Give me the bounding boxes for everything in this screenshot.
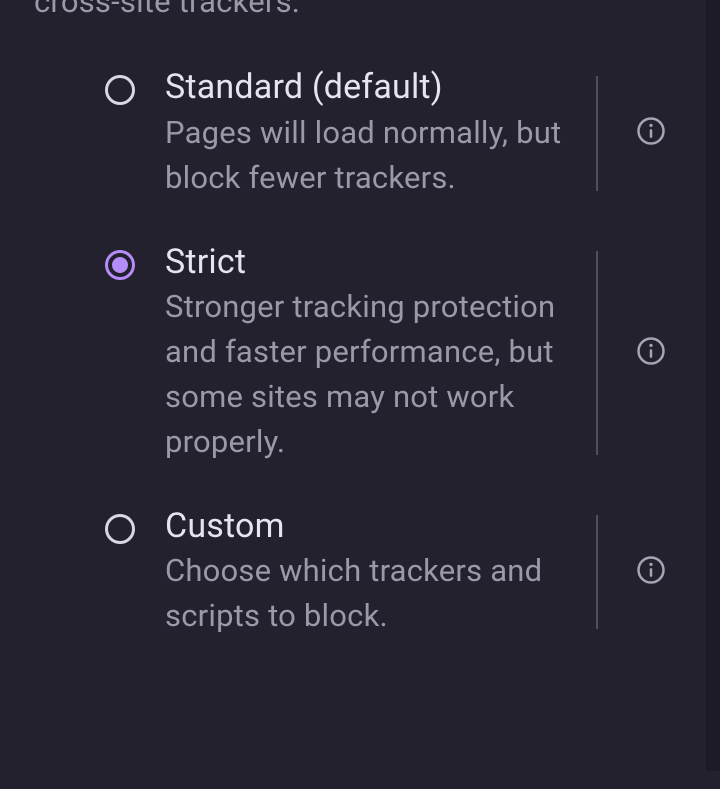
radio-standard[interactable]: Standard (default) Pages will load norma… [0, 46, 596, 220]
info-button-standard[interactable] [629, 111, 673, 155]
info-icon [636, 555, 666, 589]
option-text: Strict Stronger tracking protection and … [165, 241, 596, 465]
info-col [596, 485, 706, 659]
radio-circle-icon [105, 514, 135, 544]
option-description-standard: Pages will load normally, but block fewe… [165, 111, 576, 201]
info-col [596, 221, 706, 485]
vertical-divider [596, 515, 598, 629]
radio-circle-selected-icon [105, 250, 135, 280]
radio-indicator-col [0, 505, 165, 544]
option-row-standard: Standard (default) Pages will load norma… [0, 46, 706, 220]
option-row-custom: Custom Choose which trackers and scripts… [0, 485, 706, 659]
info-button-strict[interactable] [629, 331, 673, 375]
radio-dot-icon [112, 257, 128, 273]
scrollbar[interactable] [706, 0, 720, 771]
radio-indicator-col [0, 241, 165, 280]
info-icon [636, 336, 666, 370]
info-icon [636, 116, 666, 150]
radio-custom[interactable]: Custom Choose which trackers and scripts… [0, 485, 596, 659]
vertical-divider [596, 76, 598, 190]
option-title-standard: Standard (default) [165, 66, 576, 109]
radio-strict[interactable]: Strict Stronger tracking protection and … [0, 221, 596, 485]
option-description-custom: Choose which trackers and scripts to blo… [165, 549, 576, 639]
option-description-strict: Stronger tracking protection and faster … [165, 285, 576, 465]
option-row-strict: Strict Stronger tracking protection and … [0, 221, 706, 485]
option-text: Standard (default) Pages will load norma… [165, 66, 596, 200]
radio-indicator-col [0, 66, 165, 105]
vertical-divider [596, 251, 598, 455]
info-button-custom[interactable] [629, 550, 673, 594]
radio-circle-icon [105, 75, 135, 105]
option-title-strict: Strict [165, 241, 576, 284]
info-col [596, 46, 706, 220]
tracking-protection-options: Standard (default) Pages will load norma… [0, 46, 706, 659]
option-text: Custom Choose which trackers and scripts… [165, 505, 596, 639]
option-title-custom: Custom [165, 505, 576, 548]
intro-text: cross-site trackers. [0, 0, 706, 22]
